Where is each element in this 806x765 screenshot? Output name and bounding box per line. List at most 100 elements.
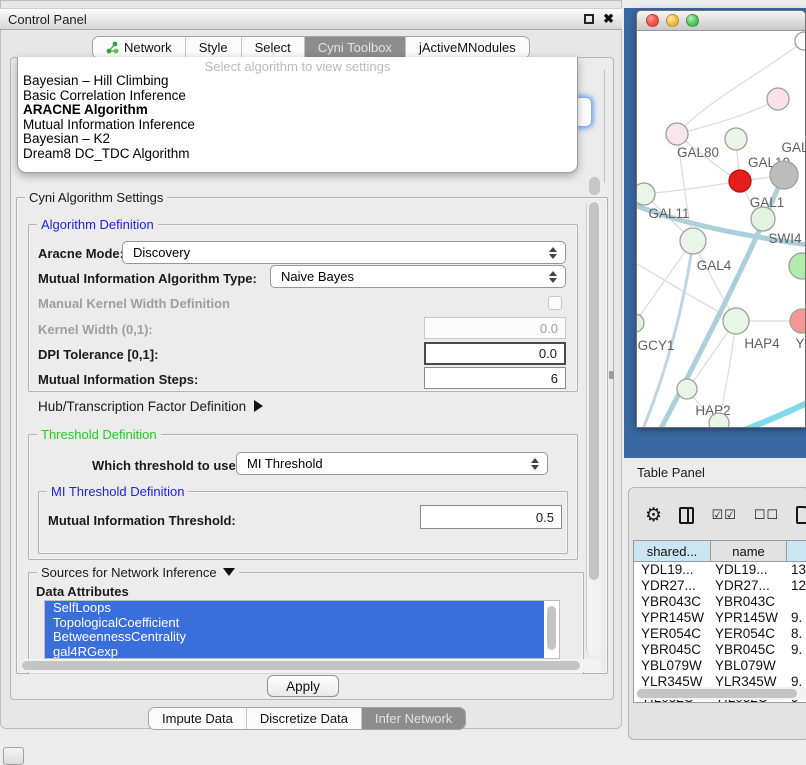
- column-header[interactable]: shared...: [634, 541, 711, 561]
- network-node-swi4[interactable]: [751, 207, 775, 231]
- apply-button[interactable]: Apply: [267, 675, 339, 697]
- unchecked-checkboxes-icon[interactable]: ☐☐: [754, 508, 779, 523]
- which-threshold-combobox[interactable]: MI Threshold: [236, 452, 548, 475]
- threshold-definition-title: Threshold Definition: [37, 427, 161, 442]
- list-scrollbar-thumb[interactable]: [547, 606, 556, 650]
- close-icon[interactable]: ✖: [603, 14, 614, 24]
- gear-icon[interactable]: ⚙: [645, 505, 662, 525]
- dpi-tolerance-field[interactable]: 0.0: [424, 342, 566, 365]
- node-label: GCY1: [638, 338, 675, 353]
- aracne-mode-value: Discovery: [133, 245, 190, 260]
- hub-definition-expander[interactable]: Hub/Transcription Factor Definition: [38, 399, 263, 414]
- algorithm-option[interactable]: Dream8 DC_TDC Algorithm: [18, 147, 577, 162]
- network-node-gal1[interactable]: [729, 170, 751, 192]
- table-cell: YDR27...: [711, 578, 787, 594]
- mi-threshold-field[interactable]: 0.5: [420, 505, 562, 529]
- tab-discretize-data[interactable]: Discretize Data: [247, 708, 362, 729]
- settings-vertical-scrollbar[interactable]: [586, 200, 601, 656]
- network-node-gal80[interactable]: [666, 123, 688, 145]
- kernel-width-field[interactable]: 0.0: [424, 317, 566, 339]
- tab-infer-network[interactable]: Infer Network: [362, 708, 465, 729]
- node-label: GAL80: [677, 145, 719, 160]
- attribute-list-item[interactable]: gal4RGexp: [45, 645, 544, 659]
- table-row[interactable]: YDR27...YDR27...12: [634, 578, 806, 594]
- node-label: Y: [795, 336, 804, 351]
- algorithm-option[interactable]: Basic Correlation Inference: [18, 89, 577, 104]
- attribute-list-item[interactable]: TopologicalCoefficient: [45, 616, 544, 631]
- tab-jactivemnodules[interactable]: jActiveMNodules: [406, 37, 529, 58]
- algorithm-option[interactable]: ARACNE Algorithm: [18, 103, 577, 118]
- mi-threshold-label: Mutual Information Threshold:: [48, 513, 236, 528]
- tab-label: jActiveMNodules: [419, 40, 516, 55]
- checked-checkboxes-icon[interactable]: ☑☑: [711, 508, 736, 523]
- network-node-y[interactable]: [790, 309, 806, 333]
- network-view-window[interactable]: GALGAL80GAL10GAL1GAL11SWI4GAL4GCY1HAP4YH…: [636, 10, 806, 428]
- network-node-hap2[interactable]: [677, 379, 697, 399]
- table-row[interactable]: YER054CYER054C8.: [634, 626, 806, 642]
- combo-spinner-icon: [549, 247, 557, 259]
- aracne-mode-combobox[interactable]: Discovery: [122, 241, 566, 264]
- minimize-traffic-light-icon[interactable]: [666, 14, 679, 27]
- node-table[interactable]: shared...name YDL19...YDL19...13YDR27...…: [633, 540, 806, 703]
- attribute-list-item[interactable]: BetweennessCentrality: [45, 630, 544, 645]
- table-horizontal-thumb[interactable]: [637, 689, 797, 698]
- table-row[interactable]: YBR045CYBR045C9.: [634, 642, 806, 658]
- node-label: SWI4: [768, 231, 801, 246]
- close-traffic-light-icon[interactable]: [646, 14, 659, 27]
- tab-style[interactable]: Style: [186, 37, 242, 58]
- hub-definition-label: Hub/Transcription Factor Definition: [38, 399, 246, 414]
- table-header-row: shared...name: [634, 541, 806, 562]
- settings-horizontal-thumb[interactable]: [22, 661, 580, 670]
- table-horizontal-scrollbar[interactable]: [636, 687, 806, 700]
- table-cell: YDL19...: [634, 562, 711, 578]
- tab-select[interactable]: Select: [242, 37, 305, 58]
- network-node[interactable]: [770, 161, 798, 189]
- mi-steps-value: 6: [551, 371, 558, 386]
- mi-threshold-value: 0.5: [536, 510, 554, 525]
- tab-cyni-toolbox[interactable]: Cyni Toolbox: [305, 37, 406, 58]
- network-node[interactable]: [709, 413, 729, 428]
- table-cell: 8.: [787, 626, 806, 642]
- aracne-mode-label: Aracne Mode:: [38, 246, 124, 261]
- data-attributes-list[interactable]: SelfLoopsTopologicalCoefficientBetweenne…: [44, 600, 560, 659]
- column-header[interactable]: [787, 541, 806, 561]
- table-row[interactable]: YDL19...YDL19...13: [634, 562, 806, 578]
- tab-network[interactable]: Network: [93, 37, 186, 58]
- table-row[interactable]: YBR043CYBR043C: [634, 594, 806, 610]
- network-node-gal[interactable]: [767, 88, 789, 110]
- network-node-gal10[interactable]: [725, 128, 747, 150]
- zoom-traffic-light-icon[interactable]: [686, 14, 699, 27]
- network-node[interactable]: [795, 32, 806, 50]
- table-row[interactable]: YBL079WYBL079W: [634, 658, 806, 674]
- table-row[interactable]: YPR145WYPR145W9.: [634, 610, 806, 626]
- manual-kernel-width-checkbox[interactable]: [548, 296, 562, 310]
- float-window-icon[interactable]: [584, 14, 594, 24]
- mi-algorithm-type-combobox[interactable]: Naive Bayes: [270, 265, 566, 288]
- algorithm-option[interactable]: Bayesian – Hill Climbing: [18, 74, 577, 89]
- network-node-gal11[interactable]: [637, 183, 655, 205]
- attribute-list-item[interactable]: SelfLoops: [45, 601, 544, 616]
- settings-vertical-thumb[interactable]: [589, 202, 599, 580]
- tab-label: Network: [124, 40, 172, 55]
- column-header[interactable]: name: [711, 541, 787, 561]
- network-node-gal4[interactable]: [680, 228, 706, 254]
- node-label: GAL11: [648, 206, 689, 221]
- scrollbar-fragment[interactable]: [589, 177, 600, 195]
- network-node-hap4[interactable]: [723, 308, 749, 334]
- network-graph[interactable]: GALGAL80GAL10GAL1GAL11SWI4GAL4GCY1HAP4YH…: [637, 31, 806, 428]
- algorithm-option[interactable]: Mutual Information Inference: [18, 118, 577, 133]
- tab-impute-data[interactable]: Impute Data: [149, 708, 247, 729]
- algorithm-option[interactable]: Bayesian – K2: [18, 132, 577, 147]
- tab-label: Cyni Toolbox: [318, 40, 392, 55]
- bottom-tab-bar: Impute DataDiscretize DataInfer Network: [148, 707, 466, 730]
- network-node-gcy1[interactable]: [637, 314, 644, 332]
- tab-label: Select: [255, 40, 291, 55]
- settings-group-title: Cyni Algorithm Settings: [25, 190, 167, 205]
- document-icon[interactable]: [796, 506, 806, 524]
- columns-icon[interactable]: [679, 507, 694, 524]
- mi-steps-field[interactable]: 6: [424, 367, 566, 389]
- splitpane-handle[interactable]: [609, 371, 614, 379]
- network-node[interactable]: [789, 253, 806, 279]
- corner-button[interactable]: [3, 747, 24, 765]
- settings-horizontal-scrollbar[interactable]: [20, 659, 602, 672]
